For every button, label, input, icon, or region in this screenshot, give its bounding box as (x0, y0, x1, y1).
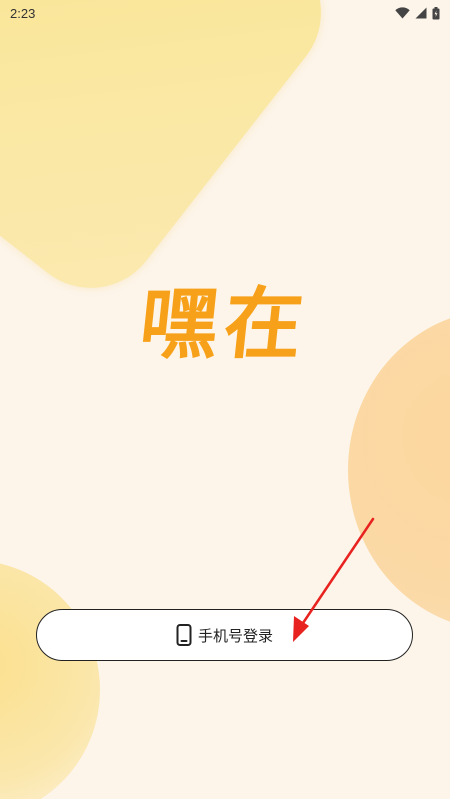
signal-icon (415, 7, 427, 19)
app-logo: 嘿在 (135, 280, 313, 370)
battery-icon (432, 6, 440, 19)
phone-icon (176, 624, 192, 646)
phone-login-label: 手机号登录 (197, 626, 273, 645)
status-bar: 2:23 (0, 0, 450, 26)
phone-login-button[interactable]: 手机号登录 (36, 609, 413, 661)
status-icons (395, 6, 440, 20)
status-time: 2:23 (10, 5, 36, 21)
login-screen: 2:23 嘿在 手机号登录 (0, 0, 450, 799)
wifi-icon (395, 7, 410, 19)
decorative-circle-left (0, 560, 100, 799)
